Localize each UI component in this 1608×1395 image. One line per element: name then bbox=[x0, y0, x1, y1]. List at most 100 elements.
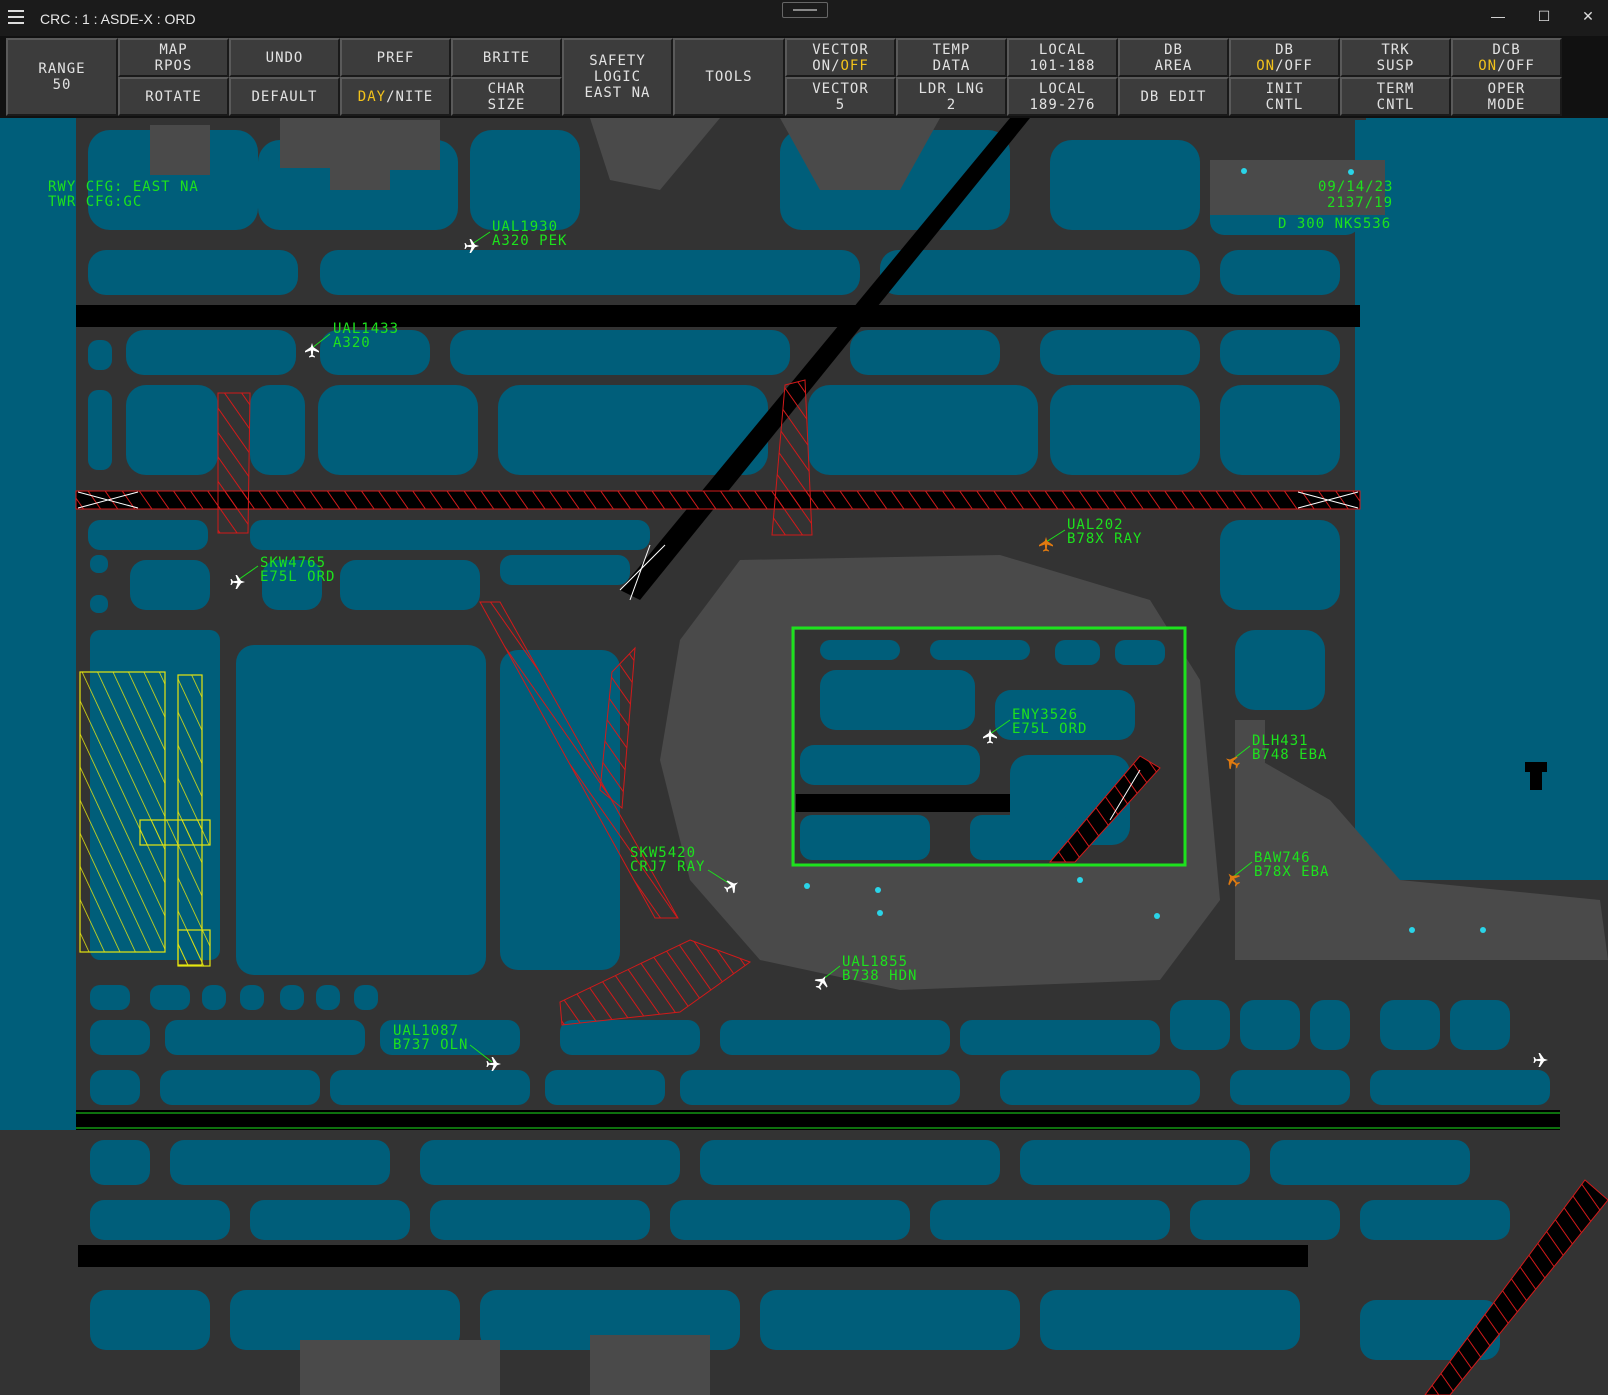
datablock-ual1087[interactable]: UAL1087 B737 OLN bbox=[393, 1024, 468, 1052]
aircraft-info: B78X RAY bbox=[1067, 531, 1143, 547]
brite-button[interactable]: BRITE bbox=[451, 38, 562, 77]
aircraft-info: A320 bbox=[333, 335, 371, 351]
pref-button[interactable]: PREF bbox=[340, 38, 451, 77]
aircraft-info: B78X EBA bbox=[1254, 864, 1330, 880]
maximize-icon[interactable]: ☐ bbox=[1532, 8, 1556, 28]
temp-data-button[interactable]: TEMP DATA bbox=[896, 38, 1007, 77]
aircraft-info: E75L ORD bbox=[1012, 721, 1088, 737]
db-off-option: OFF bbox=[1284, 57, 1313, 74]
vector-5-line1: VECTOR bbox=[812, 80, 869, 97]
nite-option: NITE bbox=[395, 88, 434, 105]
undo-label: UNDO bbox=[265, 49, 304, 66]
minimize-icon[interactable]: — bbox=[1486, 8, 1510, 28]
datablock-skw5420[interactable]: SKW5420 CRJ7 RAY bbox=[630, 846, 705, 874]
datablock-eny3526[interactable]: ENY3526 E75L ORD bbox=[1012, 708, 1087, 736]
vector-onoff-line1: VECTOR bbox=[812, 41, 869, 58]
db-onoff-button[interactable]: DB ON/OFF bbox=[1229, 38, 1340, 77]
oper-mode-line2: MODE bbox=[1487, 96, 1526, 113]
airport-layout bbox=[0, 118, 1608, 1395]
local-101-button[interactable]: LOCAL 101-188 bbox=[1007, 38, 1118, 77]
day-nite-button[interactable]: DAY/NITE bbox=[340, 77, 451, 116]
dcb-toolbar: RANGE 50 MAP RPOS ROTATE UNDO DEFAULT PR… bbox=[0, 36, 1608, 118]
drag-handle-icon[interactable] bbox=[782, 2, 828, 18]
oper-mode-line1: OPER bbox=[1487, 80, 1526, 97]
local-101-line2: 101-188 bbox=[1029, 57, 1096, 74]
range-button[interactable]: RANGE 50 bbox=[6, 38, 118, 116]
tools-button[interactable]: TOOLS bbox=[673, 38, 785, 116]
datablock-skw4765[interactable]: SKW4765 E75L ORD bbox=[260, 556, 335, 584]
term-cntl-line1: TERM bbox=[1376, 80, 1415, 97]
date-text: 09/14/23 bbox=[1318, 179, 1394, 195]
callsign: UAL202 bbox=[1067, 517, 1124, 533]
init-cntl-line2: CNTL bbox=[1265, 96, 1304, 113]
local-189-button[interactable]: LOCAL 189-276 bbox=[1007, 77, 1118, 116]
range-value: 50 bbox=[52, 77, 72, 93]
aircraft-info: E75L ORD bbox=[260, 569, 336, 585]
construction-hatching bbox=[79, 671, 211, 967]
map-rpos-line1: MAP bbox=[159, 41, 188, 58]
close-icon[interactable]: ✕ bbox=[1576, 8, 1600, 28]
term-cntl-button[interactable]: TERM CNTL bbox=[1340, 77, 1451, 116]
vector-off-option: OFF bbox=[840, 57, 869, 74]
db-onoff-line2: ON/OFF bbox=[1231, 58, 1338, 74]
window-title-bar: CRC : 1 : ASDE-X : ORD — ☐ ✕ bbox=[0, 0, 1608, 36]
rotate-button[interactable]: ROTATE bbox=[118, 77, 229, 116]
datablock-ual202[interactable]: UAL202 B78X RAY bbox=[1067, 518, 1142, 546]
init-cntl-button[interactable]: INIT CNTL bbox=[1229, 77, 1340, 116]
datablock-ual1930[interactable]: UAL1930 A320 PEK bbox=[492, 220, 567, 248]
callsign: UAL1855 bbox=[842, 954, 909, 970]
trk-susp-line2: SUSP bbox=[1376, 57, 1415, 74]
datablock-ual1855[interactable]: UAL1855 B738 HDN bbox=[842, 955, 917, 983]
db-area-button[interactable]: DB AREA bbox=[1118, 38, 1229, 77]
vector-on-option: ON bbox=[812, 57, 832, 74]
rotate-label: ROTATE bbox=[145, 88, 202, 105]
safety-logic-line1: SAFETY bbox=[589, 53, 646, 69]
ldr-lng-line1: LDR LNG bbox=[918, 80, 985, 97]
aircraft-info: B738 HDN bbox=[842, 968, 918, 984]
dcb-onoff-sep: / bbox=[1497, 57, 1507, 74]
ldr-lng-button[interactable]: LDR LNG 2 bbox=[896, 77, 1007, 116]
day-nite-label: DAY/NITE bbox=[342, 89, 449, 105]
callsign: UAL1433 bbox=[333, 321, 400, 337]
callsign: UAL1087 bbox=[393, 1023, 460, 1039]
datablock-dlh431[interactable]: DLH431 B748 EBA bbox=[1252, 734, 1327, 762]
window-title: CRC : 1 : ASDE-X : ORD bbox=[40, 11, 196, 27]
hamburger-icon[interactable] bbox=[8, 10, 24, 24]
char-size-button[interactable]: CHAR SIZE bbox=[451, 77, 562, 116]
local-189-line2: 189-276 bbox=[1029, 96, 1096, 113]
vector-5-line2: 5 bbox=[835, 96, 846, 113]
dcb-onoff-button[interactable]: DCB ON/OFF bbox=[1451, 38, 1562, 77]
callsign: SKW5420 bbox=[630, 845, 697, 861]
airport-surface-map[interactable]: RWY CFG: EAST NA TWR CFG:GC 09/14/23 213… bbox=[0, 118, 1608, 1395]
default-button[interactable]: DEFAULT bbox=[229, 77, 340, 116]
safety-logic-button[interactable]: SAFETY LOGIC EAST NA bbox=[562, 38, 673, 116]
callsign: UAL1930 bbox=[492, 219, 559, 235]
init-cntl-line1: INIT bbox=[1265, 80, 1304, 97]
db-edit-button[interactable]: DB EDIT bbox=[1118, 77, 1229, 116]
datablock-ual1433[interactable]: UAL1433 A320 bbox=[333, 322, 399, 350]
range-label: RANGE bbox=[38, 61, 86, 77]
db-area-line2: AREA bbox=[1154, 57, 1193, 74]
rwy-cfg-text: RWY CFG: EAST NA bbox=[48, 179, 199, 195]
twr-cfg-text: TWR CFG:GC bbox=[48, 194, 143, 210]
dcb-off-option: OFF bbox=[1506, 57, 1535, 74]
oper-mode-button[interactable]: OPER MODE bbox=[1451, 77, 1562, 116]
vector-onoff-button[interactable]: VECTOR ON/OFF bbox=[785, 38, 896, 77]
vector-onoff-line2: ON/OFF bbox=[787, 58, 894, 74]
aircraft-info: B737 OLN bbox=[393, 1037, 469, 1053]
db-edit-label: DB EDIT bbox=[1140, 88, 1207, 105]
trk-susp-button[interactable]: TRK SUSP bbox=[1340, 38, 1451, 77]
db-on-option: ON bbox=[1256, 57, 1276, 74]
datablock-baw746[interactable]: BAW746 B78X EBA bbox=[1254, 851, 1329, 879]
undo-button[interactable]: UNDO bbox=[229, 38, 340, 77]
safety-logic-line2: LOGIC bbox=[593, 69, 642, 85]
vector-5-button[interactable]: VECTOR 5 bbox=[785, 77, 896, 116]
map-rpos-button[interactable]: MAP RPOS bbox=[118, 38, 229, 77]
temp-data-line2: DATA bbox=[932, 57, 971, 74]
tools-label: TOOLS bbox=[705, 69, 753, 85]
pref-label: PREF bbox=[376, 49, 415, 66]
safety-logic-line3: EAST NA bbox=[584, 85, 651, 101]
char-size-line1: CHAR bbox=[487, 80, 526, 97]
brite-label: BRITE bbox=[482, 49, 531, 66]
db-onoff-line1: DB bbox=[1275, 41, 1294, 58]
